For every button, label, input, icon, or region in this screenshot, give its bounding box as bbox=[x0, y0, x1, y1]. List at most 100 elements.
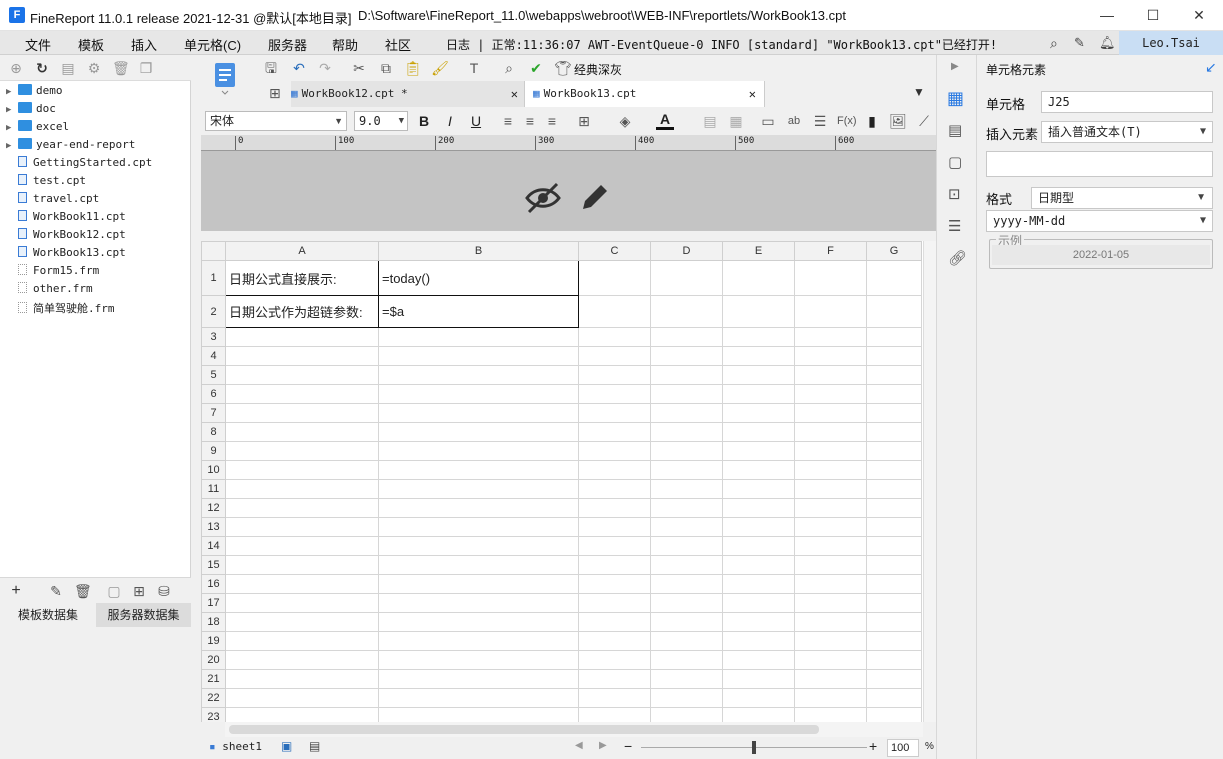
grid-cell[interactable] bbox=[578, 384, 651, 404]
minimize-button[interactable]: — bbox=[1084, 0, 1130, 31]
formula-icon[interactable]: F(x) bbox=[837, 112, 857, 130]
grid-cell[interactable] bbox=[578, 460, 651, 480]
insert-row-icon[interactable]: ▭ bbox=[759, 112, 777, 130]
grid-cell[interactable] bbox=[794, 631, 867, 651]
cell-table[interactable]: A B C D E F G 1 日期公式直接展示: =today() 2 日期公式作为超链参数: =$a… bbox=[201, 241, 922, 722]
align-right-icon[interactable]: ≡ bbox=[543, 112, 561, 130]
grid-cell[interactable] bbox=[722, 574, 795, 594]
maximize-button[interactable]: ☐ bbox=[1130, 0, 1176, 31]
grid-cell[interactable] bbox=[722, 422, 795, 442]
grid-cell[interactable] bbox=[578, 669, 651, 689]
grid-cell[interactable] bbox=[578, 441, 651, 461]
grid-cell[interactable] bbox=[722, 555, 795, 575]
row-header[interactable]: 13 bbox=[201, 517, 226, 537]
bold-icon[interactable]: B bbox=[415, 112, 433, 130]
grid-cell[interactable] bbox=[578, 593, 651, 613]
grid-cell[interactable] bbox=[578, 650, 651, 670]
grid-cell[interactable] bbox=[794, 536, 867, 556]
tree-item[interactable]: 简单驾驶舱.frm bbox=[6, 300, 115, 318]
rich-text-icon[interactable]: ☰ bbox=[811, 112, 829, 130]
zoom-input[interactable]: 100 bbox=[887, 739, 919, 757]
menu-template[interactable]: 模板 bbox=[78, 35, 104, 54]
grid-cell[interactable] bbox=[794, 650, 867, 670]
grid-cell[interactable] bbox=[722, 460, 795, 480]
grid-cell[interactable] bbox=[225, 688, 379, 708]
cut-icon[interactable]: ✂ bbox=[350, 59, 368, 77]
locate-icon[interactable]: ▤ bbox=[60, 60, 76, 76]
grid-cell[interactable] bbox=[722, 688, 795, 708]
font-select[interactable]: 宋体 ▼ bbox=[205, 111, 347, 131]
grid-cell[interactable] bbox=[378, 517, 579, 537]
params-icon[interactable]: ⊞ bbox=[131, 583, 147, 599]
grid-cell[interactable] bbox=[378, 346, 579, 366]
grid-cell[interactable] bbox=[225, 555, 379, 575]
text-element-icon[interactable]: ab bbox=[785, 112, 803, 130]
bell-icon[interactable]: 🔔︎ bbox=[1099, 35, 1116, 51]
unmerge-icon[interactable]: ▦ bbox=[727, 112, 745, 130]
copy-icon[interactable]: ⧉ bbox=[377, 59, 395, 77]
grid-cell[interactable] bbox=[650, 650, 723, 670]
grid-cell[interactable] bbox=[378, 555, 579, 575]
zoom-out-icon[interactable]: − bbox=[624, 738, 632, 754]
grid-cell[interactable] bbox=[866, 479, 922, 499]
grid-cell[interactable] bbox=[866, 384, 922, 404]
grid-cell[interactable] bbox=[378, 479, 579, 499]
grid-cell[interactable] bbox=[722, 517, 795, 537]
grid-cell[interactable] bbox=[866, 650, 922, 670]
tree-item[interactable]: ▶ doc bbox=[6, 102, 56, 120]
italic-icon[interactable]: I bbox=[441, 112, 459, 130]
grid-cell[interactable] bbox=[378, 574, 579, 594]
fill-color-icon[interactable]: ◈ bbox=[616, 112, 634, 130]
grid-cell[interactable] bbox=[650, 403, 723, 423]
collapse-icon[interactable]: ❐ bbox=[138, 60, 154, 76]
grid-cell[interactable] bbox=[722, 384, 795, 404]
column-header[interactable]: C bbox=[578, 241, 651, 261]
align-left-icon[interactable]: ≡ bbox=[499, 112, 517, 130]
grid-cell[interactable] bbox=[866, 365, 922, 385]
grid-cell[interactable] bbox=[578, 574, 651, 594]
grid-cell[interactable] bbox=[578, 707, 651, 722]
grid-cell[interactable] bbox=[225, 327, 379, 347]
new-folder-icon[interactable]: ⊕ bbox=[8, 60, 24, 76]
corner-cell[interactable] bbox=[201, 241, 226, 261]
user-name[interactable]: Leo.Tsai bbox=[1119, 31, 1223, 55]
grid-cell[interactable] bbox=[650, 631, 723, 651]
grid-cell[interactable] bbox=[794, 384, 867, 404]
grid-cell[interactable] bbox=[794, 260, 867, 296]
cell-name-field[interactable]: J25 bbox=[1041, 91, 1213, 113]
format-painter-icon[interactable]: 🖌︎ bbox=[431, 59, 449, 77]
grid-cell[interactable] bbox=[722, 295, 795, 328]
grid-cell[interactable] bbox=[378, 498, 579, 518]
grid-cell[interactable] bbox=[722, 346, 795, 366]
menu-server[interactable]: 服务器 bbox=[268, 35, 307, 54]
menu-community[interactable]: 社区 bbox=[385, 35, 411, 54]
row-header[interactable]: 6 bbox=[201, 384, 226, 404]
zoom-slider-thumb[interactable] bbox=[752, 741, 756, 754]
grid-cell[interactable] bbox=[378, 441, 579, 461]
condition-icon[interactable]: ☰ bbox=[948, 217, 961, 235]
save-icon[interactable]: 🖫︎ bbox=[262, 59, 280, 77]
grid-cell[interactable] bbox=[378, 384, 579, 404]
grid-cell[interactable] bbox=[650, 441, 723, 461]
grid-cell[interactable] bbox=[722, 365, 795, 385]
column-header[interactable]: F bbox=[794, 241, 867, 261]
grid-cell[interactable] bbox=[722, 403, 795, 423]
expand-arrow-icon[interactable]: ▶ bbox=[6, 105, 18, 115]
grid-cell[interactable] bbox=[866, 403, 922, 423]
grid-cell[interactable] bbox=[722, 631, 795, 651]
log-status[interactable]: 日志 | 正常:11:36:07 AWT-EventQueue-0 INFO [… bbox=[446, 36, 997, 53]
border-icon[interactable]: ⊞ bbox=[575, 112, 593, 130]
grid-cell[interactable] bbox=[722, 669, 795, 689]
grid-cell[interactable] bbox=[866, 460, 922, 480]
row-header[interactable]: 19 bbox=[201, 631, 226, 651]
grid-cell[interactable] bbox=[578, 555, 651, 575]
theme-icon[interactable]: 👕︎ bbox=[554, 59, 572, 77]
expand-arrow-icon[interactable]: ▶ bbox=[6, 123, 18, 133]
settings-icon[interactable]: ⚙ bbox=[86, 60, 102, 76]
scroll-thumb[interactable] bbox=[229, 725, 819, 734]
row-header[interactable]: 12 bbox=[201, 498, 226, 518]
grid-cell[interactable] bbox=[722, 536, 795, 556]
grid-cell[interactable] bbox=[225, 612, 379, 632]
grid-cell[interactable] bbox=[722, 479, 795, 499]
grid-cell[interactable] bbox=[722, 650, 795, 670]
